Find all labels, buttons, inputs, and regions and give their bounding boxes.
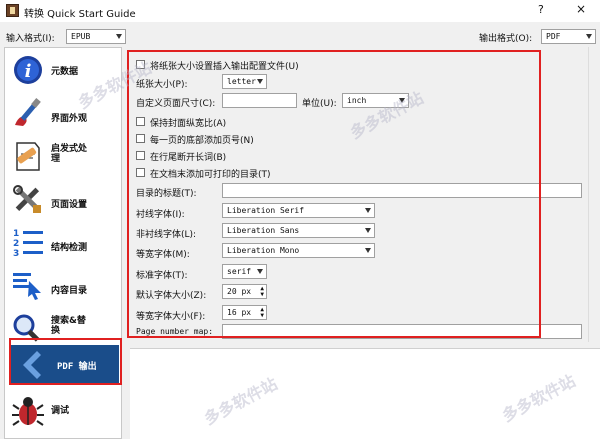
sidebar-item-structure-detection[interactable]: 1 2 3 结构检测 xyxy=(5,220,121,263)
sidebar-item-label: 内容目录 xyxy=(51,286,88,296)
sidebar-item-label: 页面设置 xyxy=(51,200,88,210)
svg-text:i: i xyxy=(25,61,32,82)
svg-text:3: 3 xyxy=(13,249,19,258)
input-format-value: EPUB xyxy=(71,32,91,41)
options-highlight-box xyxy=(127,50,541,338)
sidebar-item-label: 搜索&替换 xyxy=(51,316,86,336)
input-format-label: 输入格式(I): xyxy=(6,34,55,44)
window-title: 转换 Quick Start Guide xyxy=(24,9,136,20)
bug-icon xyxy=(12,397,44,426)
tools-icon xyxy=(13,185,41,213)
toc-pointer-icon xyxy=(13,273,41,300)
paintbrush-icon xyxy=(15,98,41,126)
sidebar-item-table-of-contents[interactable]: 内容目录 xyxy=(5,263,121,306)
output-format-label: 输出格式(O): xyxy=(479,34,533,44)
svg-text:2: 2 xyxy=(13,239,19,249)
input-format-select[interactable]: EPUB xyxy=(66,29,126,44)
document-bandage-icon xyxy=(16,142,40,171)
vertical-scrollbar[interactable] xyxy=(588,47,600,342)
chevron-down-icon xyxy=(586,34,592,39)
sidebar-item-label: 启发式处理 xyxy=(51,144,88,164)
output-format-select[interactable]: PDF xyxy=(541,29,596,44)
sidebar-item-label: 界面外观 xyxy=(51,114,88,124)
sidebar-item-label: 调试 xyxy=(51,406,70,416)
calibre-app-icon xyxy=(6,4,19,17)
sidebar-item-page-setup[interactable]: 页面设置 xyxy=(5,177,121,220)
selection-highlight xyxy=(9,338,122,385)
output-format-value: PDF xyxy=(546,32,561,41)
sidebar-item-debug[interactable]: 调试 xyxy=(5,389,121,432)
sidebar-item-label: 结构检测 xyxy=(51,243,88,253)
info-icon: i xyxy=(14,56,42,84)
numbered-list-icon: 1 2 3 xyxy=(13,229,43,258)
help-button[interactable]: ? xyxy=(538,3,544,16)
sidebar-item-heuristics[interactable]: 启发式处理 xyxy=(5,134,121,177)
chevron-down-icon xyxy=(116,34,122,39)
svg-text:1: 1 xyxy=(13,229,19,239)
close-button[interactable]: × xyxy=(576,2,586,16)
sidebar-item-label: 元数据 xyxy=(51,67,79,77)
